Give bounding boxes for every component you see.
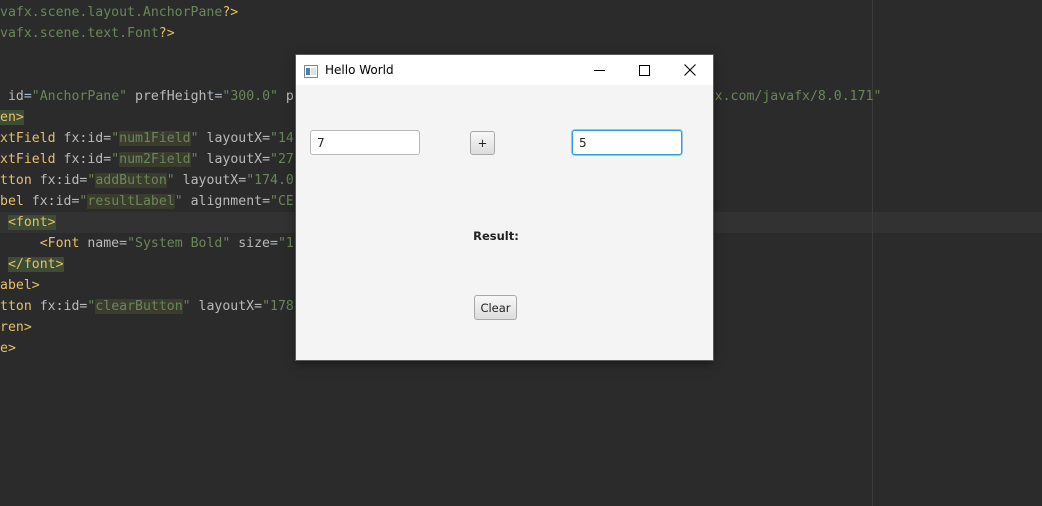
code-token: num1Field xyxy=(119,131,191,146)
code-token: "174.0 xyxy=(246,173,294,188)
code-token: vafx.scene.text.Font xyxy=(0,26,159,41)
clear-button[interactable]: Clear xyxy=(474,295,517,320)
result-label: Result: xyxy=(473,229,519,243)
code-token: xtField xyxy=(0,152,64,167)
code-line: en> xyxy=(0,107,24,128)
code-token: vafx.scene.layout.AnchorPane xyxy=(0,5,223,20)
code-token: tton xyxy=(0,299,40,314)
code-token: = xyxy=(23,89,32,104)
close-button[interactable] xyxy=(667,55,713,85)
code-token: " xyxy=(174,194,183,209)
code-token: e> xyxy=(0,341,16,356)
code-token: "300.0" xyxy=(222,89,278,104)
code-line: <font> xyxy=(0,212,56,233)
hello-world-window: Hello World + Result: Clear xyxy=(296,55,713,360)
code-token: :id= xyxy=(79,131,112,146)
num1-field[interactable] xyxy=(310,130,420,155)
code-token: fx xyxy=(31,194,48,209)
code-token: "27 xyxy=(270,152,294,167)
code-line: <Font name="System Bold" size="1 xyxy=(0,233,294,254)
code-token: "AnchorPane" xyxy=(31,89,128,104)
code-token: <Font xyxy=(39,236,88,251)
code-line: ren> xyxy=(0,317,32,338)
code-token: name xyxy=(87,236,120,251)
code-line: vafx.scene.text.Font?> xyxy=(0,23,175,44)
add-button[interactable]: + xyxy=(470,131,495,155)
code-token: tton xyxy=(0,173,40,188)
code-line: vafx.scene.layout.AnchorPane?> xyxy=(0,2,238,23)
code-token: fx xyxy=(63,131,80,146)
code-token: " xyxy=(166,173,175,188)
code-token: "178 xyxy=(262,299,294,314)
code-token: alignment= xyxy=(182,194,271,209)
code-token: resultLabel xyxy=(87,194,175,209)
code-token: " xyxy=(111,131,120,146)
code-token: ren> xyxy=(0,320,32,335)
code-token: en> xyxy=(0,110,24,125)
title-bar[interactable]: Hello World xyxy=(296,55,713,85)
code-token: xtField xyxy=(0,131,64,146)
code-token: " xyxy=(190,152,199,167)
code-token: num2Field xyxy=(119,152,191,167)
code-token: :id= xyxy=(79,152,112,167)
code-token: = xyxy=(269,236,278,251)
code-token: = xyxy=(119,236,128,251)
code-line: tton fx:id="addButton" layoutX="174.0 xyxy=(0,170,294,191)
maximize-button[interactable] xyxy=(621,55,667,85)
code-token: addButton xyxy=(95,173,167,188)
code-token: p xyxy=(277,89,294,104)
code-token: <font> xyxy=(7,215,56,230)
code-line: </font> xyxy=(0,254,64,275)
close-icon xyxy=(684,64,696,76)
code-token: fx xyxy=(63,152,80,167)
window-title: Hello World xyxy=(325,63,394,77)
code-token: "1 xyxy=(277,236,294,251)
code-token: size xyxy=(230,236,270,251)
code-token: :id= xyxy=(47,194,80,209)
num2-field[interactable] xyxy=(572,130,682,155)
code-token: layoutX= xyxy=(198,131,271,146)
code-token: " xyxy=(190,131,199,146)
code-token: </font> xyxy=(7,257,64,272)
minimize-icon xyxy=(593,69,605,71)
code-token: fx xyxy=(39,173,56,188)
code-token: bel xyxy=(0,194,32,209)
java-app-icon xyxy=(304,63,318,78)
code-token: :id= xyxy=(55,173,88,188)
code-token: layoutX= xyxy=(190,299,263,314)
minimize-button[interactable] xyxy=(576,55,622,85)
code-token: ?> xyxy=(158,26,175,41)
code-token: fx xyxy=(39,299,56,314)
code-token: "14 xyxy=(270,131,294,146)
code-token: prefHeight xyxy=(135,89,215,104)
code-token: abel> xyxy=(0,278,40,293)
code-token: layoutX= xyxy=(198,152,271,167)
code-token: "System Bold" xyxy=(127,236,231,251)
code-token: id xyxy=(7,89,24,104)
maximize-icon xyxy=(638,64,650,76)
right-margin-guide xyxy=(872,0,873,506)
code-line: e> xyxy=(0,338,16,359)
code-token: clearButton xyxy=(95,299,183,314)
code-token: ?> xyxy=(222,5,239,20)
code-token: "CE xyxy=(270,194,294,209)
code-token: :id= xyxy=(55,299,88,314)
code-token: layoutX= xyxy=(174,173,247,188)
code-line: abel> xyxy=(0,275,40,296)
code-token: " xyxy=(111,152,120,167)
code-token: " xyxy=(182,299,191,314)
